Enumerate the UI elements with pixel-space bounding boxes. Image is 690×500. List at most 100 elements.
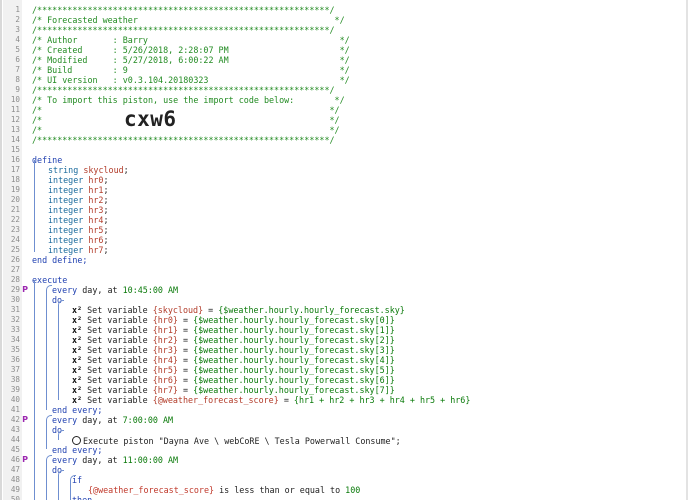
variable-ref[interactable]: {hr5} [153, 365, 178, 375]
set-variable-text[interactable]: Set variable [87, 345, 148, 355]
statement: x² Set variable {hr7} = {$weather.hourly… [72, 385, 395, 395]
statement: integer hr7; [48, 245, 109, 255]
variable-ref[interactable]: {hr3} [153, 345, 178, 355]
end-every-keyword[interactable]: end every; [52, 445, 102, 455]
end-every-keyword[interactable]: end every; [52, 405, 102, 415]
statement: integer hr1; [48, 185, 109, 195]
expression-value[interactable]: {$weather.hourly.hourly_forecast.sky[7]} [193, 385, 395, 395]
every-guide-1 [46, 291, 47, 410]
condition-variable[interactable]: {@weather_forecast_score} [88, 485, 214, 495]
expression-value[interactable]: {$weather.hourly.hourly_forecast.sky[5]} [193, 365, 395, 375]
code-line: 14 /*************************************… [0, 135, 690, 145]
variable-ref[interactable]: {hr4} [153, 355, 178, 365]
variable-name[interactable]: hr7 [88, 245, 103, 255]
condition-value[interactable]: 100 [345, 485, 360, 495]
code-line: 15 [0, 145, 690, 155]
expression-value[interactable]: {$weather.hourly.hourly_forecast.sky[4]} [193, 355, 395, 365]
day-text: day [82, 285, 98, 295]
code-line: 23 integer hr5; [0, 225, 690, 235]
define-keyword[interactable]: define [32, 155, 62, 165]
code-line: 28 execute [0, 275, 690, 285]
variable-name[interactable]: hr1 [88, 185, 103, 195]
variable-name[interactable]: hr3 [88, 205, 103, 215]
variable-ref[interactable]: {hr6} [153, 375, 178, 385]
line-number: 38 [10, 375, 20, 384]
variable-name[interactable]: hr6 [88, 235, 103, 245]
line-number: 41 [10, 405, 20, 414]
set-variable-text[interactable]: Set variable [87, 375, 148, 385]
semicolon: ; [103, 245, 109, 255]
statement: integer hr6; [48, 235, 109, 245]
expression-value[interactable]: {$weather.hourly.hourly_forecast.sky[0]} [193, 315, 395, 325]
variable-name[interactable]: hr5 [88, 225, 103, 235]
time-value[interactable]: 11:00:00 AM [123, 455, 178, 465]
every-keyword[interactable]: every [52, 415, 77, 425]
statement: string skycloud; [48, 165, 129, 175]
variable-ref[interactable]: {hr0} [153, 315, 178, 325]
at-text: at [107, 455, 118, 465]
line-number: 35 [10, 345, 20, 354]
line-number: 23 [10, 225, 20, 234]
line-number: 27 [10, 265, 20, 274]
expression-value[interactable]: {$weather.hourly.hourly_forecast.sky} [218, 305, 405, 315]
variable-ref[interactable]: {hr1} [153, 325, 178, 335]
code-line: 11 /* */ [0, 105, 690, 115]
parallel-marker[interactable]: P [21, 285, 29, 295]
set-variable-text[interactable]: Set variable [87, 385, 148, 395]
expression-value[interactable]: {$weather.hourly.hourly_forecast.sky[6]} [193, 375, 395, 385]
line-number: 25 [10, 245, 20, 254]
line-number: 30 [10, 295, 20, 304]
set-variable-text[interactable]: Set variable [87, 395, 148, 405]
expression-value[interactable]: {$weather.hourly.hourly_forecast.sky[2]} [193, 335, 395, 345]
line-number: 4 [15, 35, 20, 44]
statement: x² Set variable {hr1} = {$weather.hourly… [72, 325, 395, 335]
do-guide-3 [58, 476, 59, 500]
variable-name[interactable]: hr2 [88, 195, 103, 205]
variable-name[interactable]: hr4 [88, 215, 103, 225]
variable-ref[interactable]: {skycloud} [153, 305, 203, 315]
expression-value[interactable]: {$weather.hourly.hourly_forecast.sky[3]} [193, 345, 395, 355]
time-value[interactable]: 7:00:00 AM [123, 415, 173, 425]
comment-text: /* */ [32, 105, 340, 115]
set-variable-text[interactable]: Set variable [87, 325, 148, 335]
line-number: 3 [15, 25, 20, 34]
set-variable-text[interactable]: Set variable [87, 315, 148, 325]
execute-keyword[interactable]: execute [32, 275, 67, 285]
variable-name[interactable]: hr0 [88, 175, 103, 185]
variable-ref[interactable]: {hr7} [153, 385, 178, 395]
parallel-marker[interactable]: P [21, 455, 29, 465]
then-keyword[interactable]: then [72, 495, 92, 500]
variable-name[interactable]: skycloud [83, 165, 123, 175]
line-number: 49 [10, 485, 20, 494]
statement: integer hr3; [48, 205, 109, 215]
line-number: 44 [10, 435, 20, 444]
set-variable-text[interactable]: Set variable [87, 365, 148, 375]
set-variable-text[interactable]: Set variable [87, 335, 148, 345]
line-number: 45 [10, 445, 20, 454]
comment-text: /* Modified : 5/27/2018, 6:00:22 AM */ [32, 55, 350, 65]
expression-icon: x² [72, 395, 83, 405]
piston-code-viewer: 1 /**************************************… [0, 0, 690, 500]
comment-text: /* */ [32, 125, 340, 135]
set-variable-text[interactable]: Set variable [87, 305, 148, 315]
every-keyword[interactable]: every [52, 455, 77, 465]
time-value[interactable]: 10:45:00 AM [123, 285, 178, 295]
code-line: 16 define [0, 155, 690, 165]
code-line: 42 every day, at 7:00:00 AM P [0, 415, 690, 425]
line-number: 43 [10, 425, 20, 434]
end-define-keyword[interactable]: end define; [32, 255, 87, 265]
line-number: 2 [15, 15, 20, 24]
every-keyword[interactable]: every [52, 285, 77, 295]
line-number: 20 [10, 195, 20, 204]
variable-ref[interactable]: {hr2} [153, 335, 178, 345]
variable-ref[interactable]: {@weather_forecast_score} [153, 395, 279, 405]
line-number: 7 [15, 65, 20, 74]
code-line: 7 /* Build : 9 */ [0, 65, 690, 75]
expression-value[interactable]: {hr1 + hr2 + hr3 + hr4 + hr5 + hr6} [294, 395, 470, 405]
set-variable-text[interactable]: Set variable [87, 355, 148, 365]
code-line: 3 /**************************************… [0, 25, 690, 35]
type-keyword: integer [48, 205, 84, 215]
parallel-marker[interactable]: P [21, 415, 29, 425]
expression-value[interactable]: {$weather.hourly.hourly_forecast.sky[1]} [193, 325, 395, 335]
line-number: 42 [10, 415, 20, 424]
